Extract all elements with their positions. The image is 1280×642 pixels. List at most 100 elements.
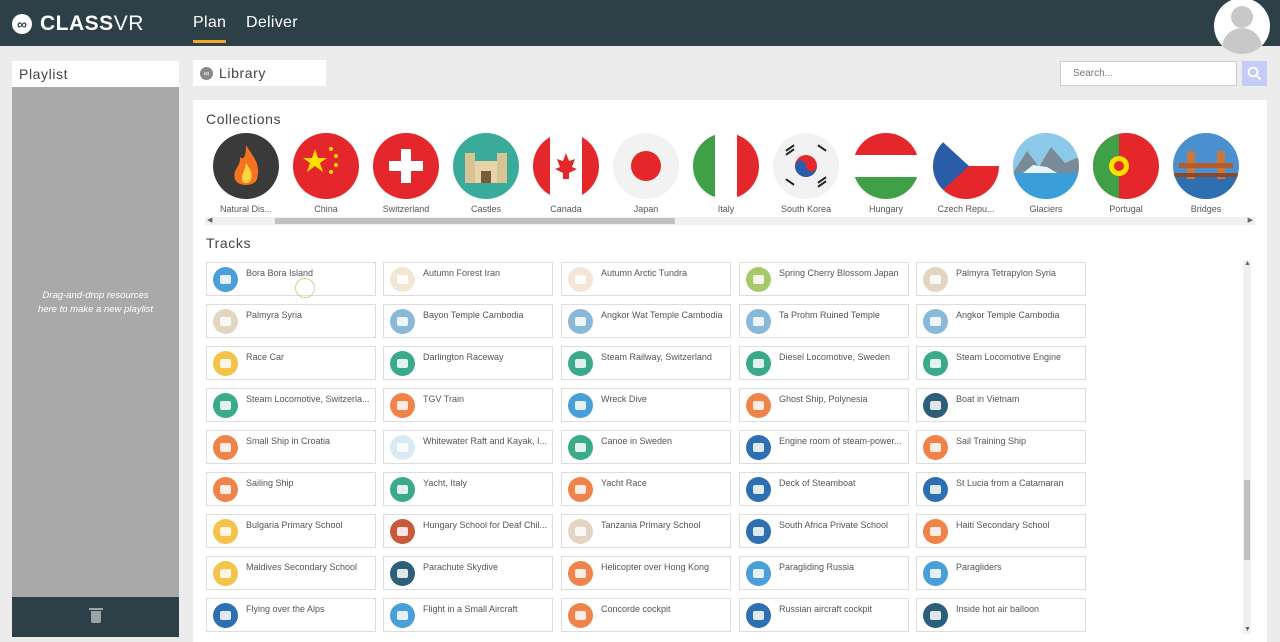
playlist-drop-zone[interactable]: Drag-and-drop resources here to make a n… — [12, 87, 179, 597]
track-card[interactable]: Yacht Race — [561, 472, 731, 506]
track-card[interactable]: Palmyra Syria — [206, 304, 376, 338]
tracks-scrollbar[interactable]: ▲ ▼ — [1243, 260, 1251, 634]
south-korea-flag-icon — [773, 133, 839, 199]
collection-label: Glaciers — [1029, 204, 1063, 214]
track-card[interactable]: Autumn Forest Iran — [383, 262, 553, 296]
track-label: Flying over the Alps — [246, 604, 325, 614]
tracks-scroll-thumb[interactable] — [1244, 480, 1250, 560]
track-card[interactable]: Darlington Raceway — [383, 346, 553, 380]
school-icon — [390, 519, 415, 544]
train-icon — [390, 393, 415, 418]
track-card[interactable]: Diesel Locomotive, Sweden — [739, 346, 909, 380]
track-card[interactable]: Paragliding Russia — [739, 556, 909, 590]
track-glyph — [220, 611, 231, 620]
track-card[interactable]: TGV Train — [383, 388, 553, 422]
track-card[interactable]: Tanzania Primary School — [561, 514, 731, 548]
track-card[interactable]: Autumn Arctic Tundra — [561, 262, 731, 296]
track-glyph — [753, 359, 764, 368]
tab-plan[interactable]: Plan — [193, 14, 227, 43]
track-card[interactable]: Engine room of steam-power... — [739, 430, 909, 464]
collection-czech-republic[interactable]: Czech Repu... — [926, 133, 1006, 214]
track-card[interactable]: Bora Bora Island — [206, 262, 376, 296]
scroll-down-arrow-icon[interactable]: ▼ — [1244, 626, 1251, 634]
track-card[interactable]: Angkor Temple Cambodia — [916, 304, 1086, 338]
collection-glaciers[interactable]: Glaciers — [1006, 133, 1086, 214]
track-card[interactable]: Race Car — [206, 346, 376, 380]
collection-natural-disasters[interactable]: Natural Dis... — [206, 133, 286, 214]
track-card[interactable]: Bayon Temple Cambodia — [383, 304, 553, 338]
tab-deliver[interactable]: Deliver — [246, 14, 298, 32]
search-input[interactable] — [1060, 61, 1237, 86]
track-card[interactable]: Deck of Steamboat — [739, 472, 909, 506]
track-card[interactable]: Palmyra Tetrapylon Syria — [916, 262, 1086, 296]
track-label: Spring Cherry Blossom Japan — [779, 268, 899, 278]
collection-italy[interactable]: Italy — [686, 133, 766, 214]
track-card[interactable]: Concorde cockpit — [561, 598, 731, 632]
track-card[interactable]: Helicopter over Hong Kong — [561, 556, 731, 590]
czech-flag-icon — [933, 133, 999, 199]
track-label: Helicopter over Hong Kong — [601, 562, 710, 572]
collections-scrollbar[interactable]: ◀ ▶ — [205, 217, 1255, 225]
track-card[interactable]: Maldives Secondary School — [206, 556, 376, 590]
track-card[interactable]: Ta Prohm Ruined Temple — [739, 304, 909, 338]
scroll-right-arrow-icon[interactable]: ▶ — [1248, 217, 1253, 225]
track-card[interactable]: Paragliders — [916, 556, 1086, 590]
track-card[interactable]: Boat in Vietnam — [916, 388, 1086, 422]
track-card[interactable]: Canoe in Sweden — [561, 430, 731, 464]
track-card[interactable]: Hungary School for Deaf Chil... — [383, 514, 553, 548]
track-card[interactable]: Russian aircraft cockpit — [739, 598, 909, 632]
track-card[interactable]: Steam Railway, Switzerland — [561, 346, 731, 380]
track-card[interactable]: Parachute Skydive — [383, 556, 553, 590]
track-card[interactable]: Yacht, Italy — [383, 472, 553, 506]
track-card[interactable]: Sail Training Ship — [916, 430, 1086, 464]
kayak-icon — [390, 435, 415, 460]
search-button[interactable] — [1242, 61, 1267, 86]
scroll-left-arrow-icon[interactable]: ◀ — [207, 217, 212, 225]
scroll-up-arrow-icon[interactable]: ▲ — [1244, 260, 1251, 268]
track-label: Ta Prohm Ruined Temple — [779, 310, 880, 320]
track-glyph — [575, 359, 586, 368]
track-card[interactable]: Whitewater Raft and Kayak, I... — [383, 430, 553, 464]
track-card[interactable]: Spring Cherry Blossom Japan — [739, 262, 909, 296]
track-glyph — [930, 275, 941, 284]
switzerland-flag-icon — [373, 133, 439, 199]
collection-hungary[interactable]: Hungary — [846, 133, 926, 214]
collection-label: Castles — [470, 204, 501, 214]
track-card[interactable]: Steam Locomotive Engine — [916, 346, 1086, 380]
library-tab[interactable]: ∞ Library — [193, 60, 326, 86]
track-card[interactable]: Small Ship in Croatia — [206, 430, 376, 464]
track-card[interactable]: Inside hot air balloon — [916, 598, 1086, 632]
collection-south-korea[interactable]: South Korea — [766, 133, 846, 214]
track-card[interactable]: South Africa Private School — [739, 514, 909, 548]
track-card[interactable]: Flight in a Small Aircraft — [383, 598, 553, 632]
hungary-flag-icon — [853, 133, 919, 199]
trash-icon[interactable] — [89, 608, 103, 623]
track-card[interactable]: Bulgaria Primary School — [206, 514, 376, 548]
track-label: Bayon Temple Cambodia — [423, 310, 524, 320]
track-card[interactable]: Wreck Dive — [561, 388, 731, 422]
collection-canada[interactable]: Canada — [526, 133, 606, 214]
collection-china[interactable]: China — [286, 133, 366, 214]
track-card[interactable]: Angkor Wat Temple Cambodia — [561, 304, 731, 338]
collection-portugal[interactable]: Portugal — [1086, 133, 1166, 214]
collection-switzerland[interactable]: Switzerland — [366, 133, 446, 214]
sailboat-icon — [213, 477, 238, 502]
collections-scroll-thumb[interactable] — [275, 218, 675, 224]
classvr-logo[interactable]: ∞ CLASSVR — [12, 12, 144, 36]
track-card[interactable]: Ghost Ship, Polynesia — [739, 388, 909, 422]
track-card[interactable]: Steam Locomotive, Switzerla... — [206, 388, 376, 422]
collection-japan[interactable]: Japan — [606, 133, 686, 214]
collection-bridges[interactable]: Bridges — [1166, 133, 1246, 214]
track-card[interactable]: St Lucia from a Catamaran — [916, 472, 1086, 506]
collection-castles[interactable]: Castles — [446, 133, 526, 214]
track-card[interactable]: Flying over the Alps — [206, 598, 376, 632]
track-label: Steam Locomotive, Switzerla... — [246, 394, 370, 404]
temple-icon — [390, 309, 415, 334]
track-label: Haiti Secondary School — [956, 520, 1050, 530]
user-avatar[interactable] — [1214, 0, 1270, 54]
track-card[interactable]: Haiti Secondary School — [916, 514, 1086, 548]
track-label: Angkor Wat Temple Cambodia — [601, 310, 723, 320]
track-card[interactable]: Sailing Ship — [206, 472, 376, 506]
track-label: Race Car — [246, 352, 285, 362]
track-label: Palmyra Tetrapylon Syria — [956, 268, 1056, 278]
